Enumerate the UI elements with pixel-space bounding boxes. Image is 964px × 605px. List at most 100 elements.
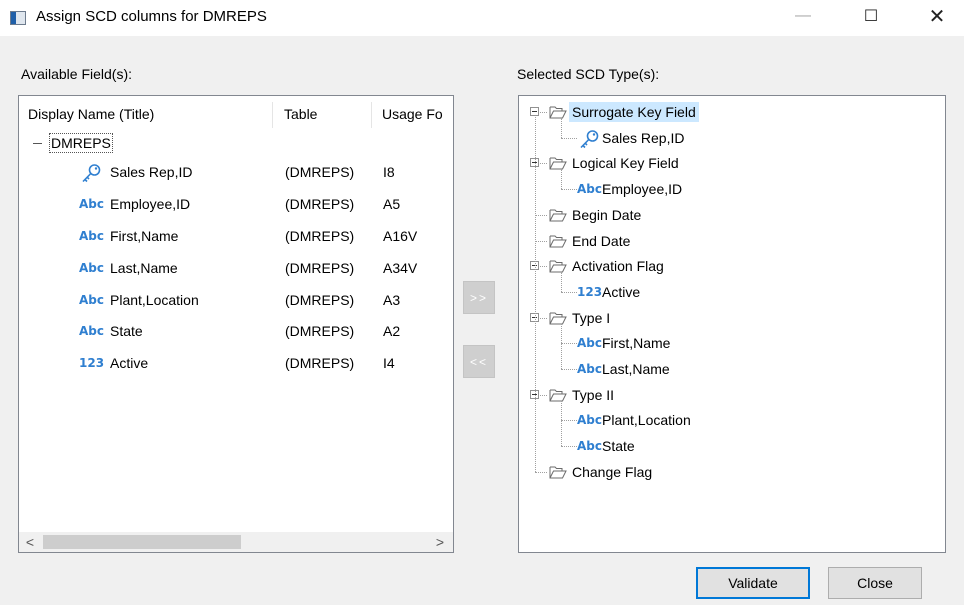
column-header-table[interactable]: Table (284, 106, 317, 122)
tree-connector (535, 240, 547, 242)
tree-connector (561, 189, 577, 191)
collapse-dash-icon (33, 143, 42, 144)
list-item[interactable]: Abc State (DMREPS) A2 (19, 318, 453, 346)
field-usage: A2 (383, 323, 401, 339)
field-name: Active (110, 355, 149, 371)
list-item[interactable]: Abc Last,Name (DMREPS) A34V (19, 255, 453, 283)
close-button[interactable]: Close (828, 567, 922, 599)
tree-node-label[interactable]: Type I (572, 308, 610, 328)
tree-connector (561, 323, 562, 369)
tree-node-label[interactable]: Surrogate Key Field (569, 102, 699, 122)
field-table: (DMREPS) (285, 292, 355, 308)
tree-leaf-label[interactable]: Employee,ID (602, 179, 682, 199)
maximize-button[interactable]: ☐ (848, 0, 894, 32)
close-window-button[interactable]: ✕ (914, 0, 960, 32)
abc-icon-text: Abc (577, 413, 602, 428)
available-fields-label: Available Field(s): (21, 66, 133, 82)
abc-icon: Abc (79, 259, 104, 279)
folder-icon (549, 234, 567, 248)
field-table: (DMREPS) (285, 228, 355, 244)
horizontal-scrollbar[interactable]: < > (19, 532, 453, 552)
abc-icon: Abc (577, 360, 602, 378)
folder-icon (549, 156, 567, 170)
field-usage: I4 (383, 355, 395, 371)
scroll-left-button[interactable]: < (21, 532, 39, 552)
tree-leaf-label[interactable]: First,Name (602, 333, 670, 353)
window-title: Assign SCD columns for DMREPS (36, 8, 267, 25)
minimize-button[interactable]: — (780, 0, 826, 32)
field-usage: A3 (383, 292, 401, 308)
tree-leaf-label[interactable]: Sales Rep,ID (602, 128, 684, 148)
field-usage: A16V (383, 228, 418, 244)
tree-node-label[interactable]: End Date (572, 231, 630, 251)
list-item[interactable]: 123 Active (DMREPS) I4 (19, 350, 453, 378)
abc-icon-text: Abc (79, 261, 104, 275)
validate-button[interactable]: Validate (696, 567, 810, 599)
add-field-button[interactable]: >> (463, 281, 495, 314)
key-icon (577, 129, 599, 148)
root-node-label: DMREPS (49, 133, 113, 153)
field-table: (DMREPS) (285, 260, 355, 276)
abc-icon: Abc (577, 437, 602, 455)
scroll-right-button[interactable]: > (431, 532, 449, 552)
field-name: Employee,ID (110, 196, 191, 212)
tree-leaf-label[interactable]: Last,Name (602, 359, 670, 379)
tree-connector (561, 272, 562, 292)
key-icon (79, 163, 103, 183)
folder-icon (549, 465, 567, 479)
column-header-usage-format[interactable]: Usage Fo (382, 106, 443, 122)
selected-scd-tree[interactable]: Surrogate Key Field Sales Rep,ID Logical K… (518, 95, 946, 553)
tree-leaf-label[interactable]: State (602, 436, 635, 456)
field-table: (DMREPS) (285, 164, 355, 180)
tree-connector (561, 118, 562, 138)
list-item[interactable]: Abc First,Name (DMREPS) A16V (19, 223, 453, 251)
tree-leaf-label[interactable]: Active (602, 282, 640, 302)
tree-node-label[interactable]: Logical Key Field (572, 153, 679, 173)
list-item[interactable]: Sales Rep,ID (DMREPS) I8 (19, 159, 453, 187)
field-name: Plant,Location (110, 292, 199, 308)
app-icon (10, 11, 26, 25)
folder-icon (549, 105, 567, 119)
tree-connector (561, 420, 577, 422)
field-name: Last,Name (110, 260, 178, 276)
abc-icon-text: Abc (577, 439, 602, 454)
remove-field-button[interactable]: << (463, 345, 495, 378)
column-divider[interactable] (272, 102, 273, 128)
tree-node-label[interactable]: Change Flag (572, 462, 652, 482)
tree-connector (561, 369, 577, 370)
tree-connector (535, 471, 547, 473)
123-icon-text: 123 (577, 284, 603, 299)
abc-icon-text: Abc (577, 336, 602, 351)
field-table: (DMREPS) (285, 355, 355, 371)
field-table: (DMREPS) (285, 196, 355, 212)
available-fields-list[interactable]: Display Name (Title) Table Usage Fo DMRE… (18, 95, 454, 553)
folder-icon (549, 388, 567, 402)
123-icon: 123 (79, 354, 105, 374)
list-item[interactable]: Abc Employee,ID (DMREPS) A5 (19, 191, 453, 219)
column-header-display-name[interactable]: Display Name (Title) (28, 106, 154, 122)
abc-icon-text: Abc (79, 324, 104, 338)
column-divider[interactable] (371, 102, 372, 128)
tree-node-label[interactable]: Activation Flag (572, 256, 664, 276)
field-usage: I8 (383, 164, 395, 180)
field-usage: A34V (383, 260, 418, 276)
scroll-thumb[interactable] (43, 535, 241, 549)
folder-icon (549, 311, 567, 325)
tree-connector (561, 343, 577, 345)
123-icon-text: 123 (79, 356, 105, 370)
collapse-toggle-icon[interactable] (530, 107, 539, 116)
tree-connector (561, 446, 577, 448)
folder-icon (549, 208, 567, 222)
field-name: Sales Rep,ID (110, 164, 193, 180)
abc-icon-text: Abc (577, 182, 602, 197)
list-item[interactable]: Abc Plant,Location (DMREPS) A3 (19, 287, 453, 315)
abc-icon: Abc (79, 322, 104, 342)
field-name: State (110, 323, 143, 339)
tree-node-label[interactable]: Type II (572, 385, 614, 405)
tree-connector (561, 400, 562, 447)
tree-connector (535, 117, 536, 472)
tree-node-label[interactable]: Begin Date (572, 205, 641, 225)
123-icon: 123 (577, 283, 603, 301)
tree-connector (561, 169, 562, 190)
tree-leaf-label[interactable]: Plant,Location (602, 410, 691, 430)
